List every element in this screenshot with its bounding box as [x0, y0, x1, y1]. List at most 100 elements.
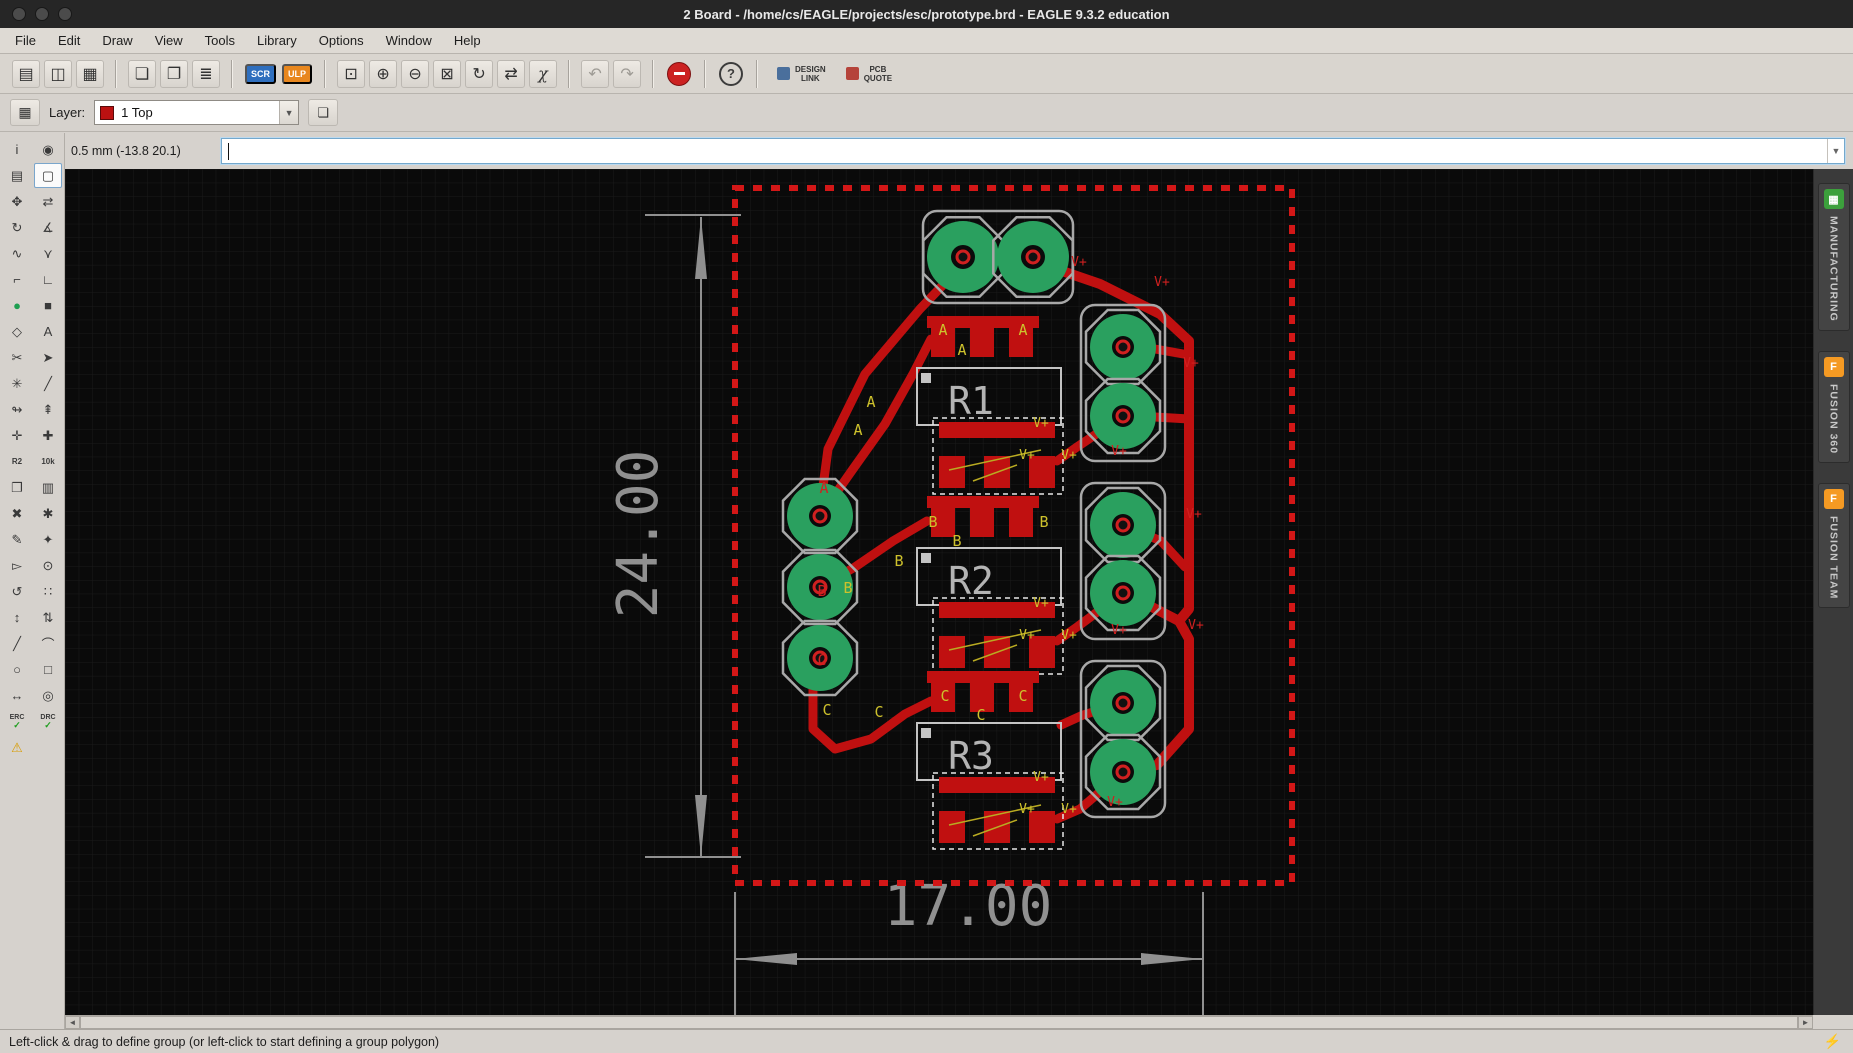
open-button[interactable]: ▤ [12, 59, 40, 88]
show-tool[interactable]: ◉ [34, 137, 62, 162]
scrollbar-thumb[interactable] [80, 1016, 1798, 1029]
redo-button[interactable]: ↷ [613, 59, 642, 88]
via-tool[interactable]: ● [3, 293, 31, 318]
maximize-window-button[interactable] [58, 7, 72, 21]
menu-item-edit[interactable]: Edit [47, 28, 91, 53]
replace-tool[interactable]: R2 [3, 449, 31, 474]
manufacturing-tab[interactable]: ▦ MANUFACTURING [1817, 183, 1850, 331]
run-script-button[interactable]: χ [529, 59, 558, 88]
minimize-window-button[interactable] [35, 7, 49, 21]
close-window-button[interactable] [12, 7, 26, 21]
scroll-left-button[interactable]: ◄ [65, 1016, 80, 1029]
frames-button[interactable]: ❐ [160, 59, 188, 88]
undo-button[interactable]: ↶ [581, 59, 610, 88]
layer-dropdown[interactable]: 1 Top ▼ [94, 100, 300, 125]
print-button[interactable]: ▦ [76, 59, 104, 88]
split-tool[interactable]: ⋎ [34, 241, 62, 266]
drill-mark-5 [1115, 517, 1131, 533]
hole-tool[interactable]: ◎ [34, 683, 62, 708]
erc-button[interactable]: ERC ✓ [3, 709, 31, 734]
pad-tool[interactable]: ■ [34, 293, 62, 318]
line-tool[interactable]: ╱ [3, 631, 31, 656]
command-input[interactable]: ▼ [221, 138, 1845, 164]
paste-tool[interactable]: ▥ [34, 475, 62, 500]
value-tool[interactable]: 10k [34, 449, 62, 474]
menu-item-library[interactable]: Library [246, 28, 308, 53]
ratsnest-tool[interactable]: ✳ [3, 371, 31, 396]
line-slash-tool[interactable]: ╱ [34, 371, 62, 396]
polygon-tool[interactable]: ◇ [3, 319, 31, 344]
fusion-team-tab[interactable]: F FUSION TEAM [1817, 482, 1850, 609]
ripup-tool[interactable]: ⇞ [34, 397, 62, 422]
rotate-group-tool[interactable]: ↺ [3, 579, 31, 604]
circle-tool[interactable]: ○ [3, 657, 31, 682]
swap-tool[interactable]: ⇅ [34, 605, 62, 630]
miter-tool[interactable]: ⌐ [3, 267, 31, 292]
copy-tool[interactable]: ❐ [3, 475, 31, 500]
dim-tool[interactable]: ↕ [3, 605, 31, 630]
optimize-tool[interactable]: ✦ [34, 527, 62, 552]
delete-segment-tool[interactable]: ➤ [34, 345, 62, 370]
menu-item-tools[interactable]: Tools [194, 28, 246, 53]
move-tool[interactable]: ✥ [3, 189, 31, 214]
route-tool[interactable]: ↬ [3, 397, 31, 422]
drc-button[interactable]: DRC ✓ [34, 709, 62, 734]
info-tool[interactable]: i [3, 137, 31, 162]
scroll-right-button[interactable]: ► [1798, 1016, 1813, 1029]
command-history-caret-icon[interactable]: ▼ [1827, 139, 1844, 163]
menu-item-file[interactable]: File [4, 28, 47, 53]
zoom-fit-button[interactable]: ⊡ [337, 59, 366, 88]
rotate-tool[interactable]: ↻ [3, 215, 31, 240]
rect-tool[interactable]: □ [34, 657, 62, 682]
mark-tool[interactable]: ✎ [3, 527, 31, 552]
menu-item-window[interactable]: Window [375, 28, 443, 53]
design-link-button[interactable]: DESIGN LINK [777, 65, 826, 83]
menu-item-options[interactable]: Options [308, 28, 375, 53]
menu-item-help[interactable]: Help [443, 28, 492, 53]
layer-dropdown-caret-icon[interactable]: ▼ [279, 101, 299, 124]
layer-settings-button[interactable]: ❏ [308, 99, 339, 126]
library-button[interactable]: ≣ [192, 59, 220, 88]
delete-tool[interactable]: ✖ [3, 501, 31, 526]
drill-mark-6 [1115, 585, 1131, 601]
lock-tool[interactable]: ⊙ [34, 553, 62, 578]
text-tool[interactable]: A [34, 319, 62, 344]
change-tool[interactable]: ✱ [34, 501, 62, 526]
arc-tool[interactable]: ⌒ [34, 631, 62, 656]
zoom-redraw-button[interactable]: ↻ [465, 59, 494, 88]
glue-tool[interactable]: ✛ [3, 423, 31, 448]
fusion-360-tab[interactable]: F FUSION 360 [1817, 350, 1850, 463]
group-tool[interactable]: ▢ [34, 163, 62, 188]
stop-button[interactable] [667, 61, 692, 86]
errors-tool[interactable]: ⚠ [3, 735, 31, 760]
menu-item-draw[interactable]: Draw [91, 28, 143, 53]
refresh-button[interactable]: ⇄ [497, 59, 526, 88]
help-button[interactable]: ? [719, 61, 744, 86]
align-tool[interactable]: ∡ [34, 215, 62, 240]
corner-tool[interactable]: ∟ [34, 267, 62, 292]
board-canvas[interactable]: 24.0017.00R1R2R3AAAAABBBBBCCCCCV+ V+V+V+ V… [65, 169, 1813, 1015]
dimension-tool[interactable]: ↔ [3, 683, 31, 708]
scr-button[interactable]: SCR [245, 63, 277, 84]
horizontal-scrollbar[interactable]: ◄ ► [65, 1015, 1813, 1029]
add-tool[interactable]: ✚ [34, 423, 62, 448]
array-tool[interactable]: ∷ [34, 579, 62, 604]
wire-tool[interactable]: ∿ [3, 241, 31, 266]
mirror-tool[interactable]: ⇄ [34, 189, 62, 214]
label-tool[interactable]: ▻ [3, 553, 31, 578]
cut-tool[interactable]: ✂ [3, 345, 31, 370]
menu-item-view[interactable]: View [144, 28, 194, 53]
pcb-quote-button[interactable]: PCB QUOTE [845, 65, 892, 83]
pcb-quote-icon [845, 67, 859, 80]
sheets-button[interactable]: ❏ [128, 59, 156, 88]
ref-label-R1: R1 [948, 379, 994, 423]
zoom-out-button[interactable]: ⊖ [401, 59, 430, 88]
zoom-in-button[interactable]: ⊕ [369, 59, 398, 88]
ulp-button[interactable]: ULP [282, 63, 313, 84]
fusion-team-icon: F [1823, 488, 1844, 509]
save-button[interactable]: ◫ [44, 59, 72, 88]
zoom-select-button[interactable]: ⊠ [433, 59, 462, 88]
net-label-5: A [853, 421, 862, 439]
display-tool[interactable]: ▤ [3, 163, 31, 188]
grid-settings-button[interactable]: ▦ [10, 99, 40, 126]
